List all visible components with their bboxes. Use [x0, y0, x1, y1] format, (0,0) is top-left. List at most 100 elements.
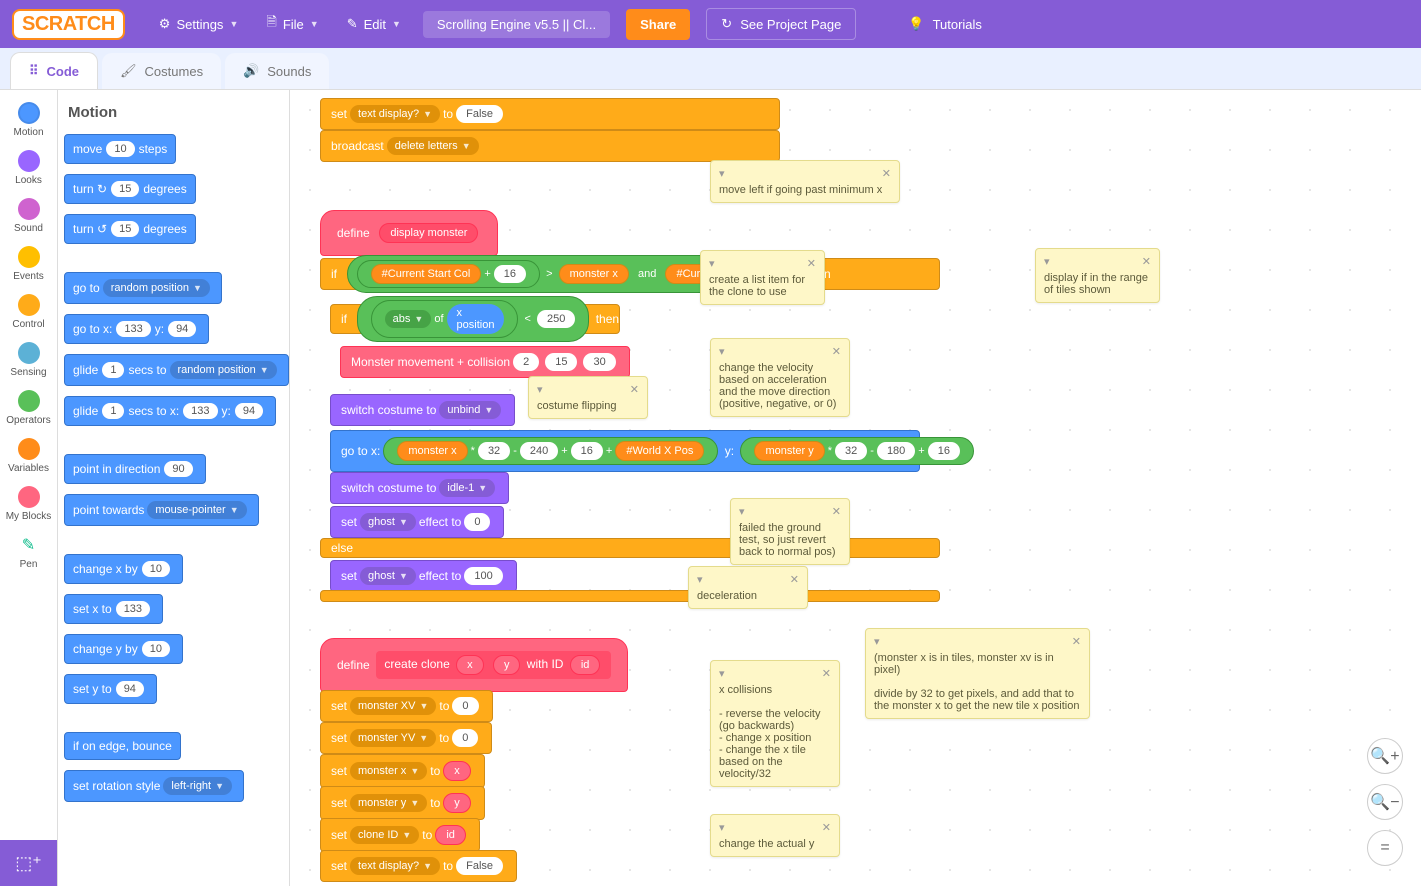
block-goto[interactable]: go torandom position ▼ — [64, 272, 222, 304]
see-project-page-button[interactable]: ↻ See Project Page — [706, 8, 856, 40]
tab-sounds[interactable]: 🔊 Sounds — [225, 53, 329, 89]
category-sensing[interactable]: Sensing — [0, 336, 57, 384]
block-set-monster-y[interactable]: setmonster y ▼toy — [320, 786, 485, 820]
block-goto-xy[interactable]: go to x:133y:94 — [64, 314, 209, 344]
category-variables[interactable]: Variables — [0, 432, 57, 480]
block-palette[interactable]: Motion move10steps turn ↻15degrees turn … — [58, 90, 290, 886]
collapse-icon[interactable]: ▾ — [1044, 255, 1050, 268]
collapse-icon[interactable]: ▾ — [719, 821, 725, 834]
block-set-monster-x[interactable]: setmonster x ▼tox — [320, 754, 485, 788]
extension-button[interactable]: ⬚⁺ — [0, 840, 57, 886]
editor-tabs: ⠿ Code 🖌 Costumes 🔊 Sounds — [0, 48, 1421, 90]
tab-costumes[interactable]: 🖌 Costumes — [102, 53, 221, 89]
collapse-icon[interactable]: ▾ — [709, 257, 715, 270]
block-bounce[interactable]: if on edge, bounce — [64, 732, 181, 760]
zoom-out-button[interactable]: 🔍− — [1367, 784, 1403, 820]
block-move-steps[interactable]: move10steps — [64, 134, 176, 164]
share-button[interactable]: Share — [626, 9, 690, 40]
pencil-icon: ✎ — [347, 16, 358, 32]
category-looks[interactable]: Looks — [0, 144, 57, 192]
block-set-x[interactable]: set x to133 — [64, 594, 163, 624]
block-change-x[interactable]: change x by10 — [64, 554, 183, 584]
zoom-in-button[interactable]: 🔍+ — [1367, 738, 1403, 774]
collapse-icon[interactable]: ▾ — [739, 505, 745, 518]
collapse-icon[interactable]: ▾ — [719, 167, 725, 180]
file-icon: 🗎 — [266, 13, 276, 35]
settings-label: Settings — [176, 17, 223, 32]
block-set-monster-yv[interactable]: setmonster YV ▼to0 — [320, 722, 492, 754]
block-set-y[interactable]: set y to94 — [64, 674, 157, 704]
edit-menu[interactable]: ✎ Edit ▼ — [333, 0, 415, 48]
block-if-end[interactable] — [320, 590, 940, 602]
block-turn-left[interactable]: turn ↺15degrees — [64, 214, 196, 244]
block-rotation-style[interactable]: set rotation styleleft-right ▼ — [64, 770, 244, 802]
block-set-clone-id[interactable]: setclone ID ▼toid — [320, 818, 480, 852]
block-if-range[interactable]: if #Current Start Col + 16 > monster x a… — [320, 258, 940, 290]
category-pen[interactable]: ✎Pen — [0, 528, 57, 576]
project-title-input[interactable]: Scrolling Engine v5.5 || Cl... — [423, 11, 610, 38]
close-icon[interactable]: ✕ — [822, 667, 831, 680]
block-turn-right[interactable]: turn ↻15degrees — [64, 174, 196, 204]
block-if-abs[interactable]: if abs ▼ of x position < 250 then — [330, 304, 620, 334]
sound-icon: 🔊 — [243, 63, 259, 79]
collapse-icon[interactable]: ▾ — [719, 667, 725, 680]
scratch-logo[interactable]: SCRATCH — [12, 9, 125, 40]
close-icon[interactable]: ✕ — [630, 383, 639, 396]
close-icon[interactable]: ✕ — [832, 345, 841, 358]
close-icon[interactable]: ✕ — [882, 167, 891, 180]
category-motion[interactable]: Motion — [0, 96, 57, 144]
gear-icon: ⚙ — [159, 16, 171, 32]
category-myblocks[interactable]: My Blocks — [0, 480, 57, 528]
block-glide-xy[interactable]: glide1secs to x:133y:94 — [64, 396, 276, 426]
block-change-y[interactable]: change y by10 — [64, 634, 183, 664]
close-icon[interactable]: ✕ — [1142, 255, 1151, 268]
block-set-variable[interactable]: set text display? ▼ to False — [320, 98, 780, 130]
comment-x-collisions[interactable]: ▾✕x collisions - reverse the velocity (g… — [710, 660, 840, 787]
settings-menu[interactable]: ⚙ Settings ▼ — [145, 0, 253, 48]
tutorials-button[interactable]: 💡 Tutorials — [894, 0, 996, 48]
close-icon[interactable]: ✕ — [790, 573, 799, 586]
block-define-create-clone[interactable]: define create clone x y with ID id — [320, 638, 628, 692]
minus-icon: 🔍− — [1370, 792, 1399, 812]
block-set-monster-xv[interactable]: setmonster XV ▼to0 — [320, 690, 493, 722]
category-control[interactable]: Control — [0, 288, 57, 336]
see-project-label: See Project Page — [740, 17, 841, 32]
tab-code[interactable]: ⠿ Code — [10, 52, 98, 89]
category-sound[interactable]: Sound — [0, 192, 57, 240]
comment-ground-fail[interactable]: ▾✕failed the ground test, so just revert… — [730, 498, 850, 565]
comment-deceleration[interactable]: ▾✕deceleration — [688, 566, 808, 609]
comment-costume-flip[interactable]: ▾✕costume flipping — [528, 376, 648, 419]
block-goto-xy-computed[interactable]: go to x: monster x * 32 - 240 + 16 + #Wo… — [330, 430, 920, 472]
block-glide-to[interactable]: glide1secs torandom position ▼ — [64, 354, 289, 386]
block-define-display-monster[interactable]: define display monster — [320, 210, 498, 256]
comment-change-y[interactable]: ▾✕change the actual y — [710, 814, 840, 857]
collapse-icon[interactable]: ▾ — [874, 635, 880, 648]
block-set-ghost-100[interactable]: set ghost ▼ effect to 100 — [330, 560, 517, 592]
block-switch-costume-idle[interactable]: switch costume to idle-1 ▼ — [330, 472, 509, 504]
palette-heading: Motion — [68, 104, 283, 121]
block-set-ghost-0[interactable]: set ghost ▼ effect to 0 — [330, 506, 504, 538]
collapse-icon[interactable]: ▾ — [719, 345, 725, 358]
scripts-workspace[interactable]: set text display? ▼ to False broadcast d… — [290, 90, 1421, 886]
block-set-text-display-2[interactable]: settext display? ▼toFalse — [320, 850, 517, 882]
comment-velocity[interactable]: ▾✕change the velocity based on accelerat… — [710, 338, 850, 417]
close-icon[interactable]: ✕ — [822, 821, 831, 834]
close-icon[interactable]: ✕ — [807, 257, 816, 270]
collapse-icon[interactable]: ▾ — [697, 573, 703, 586]
close-icon[interactable]: ✕ — [1072, 635, 1081, 648]
comment-tile-position[interactable]: ▾✕(monster x is in tiles, monster xv is … — [865, 628, 1090, 719]
category-events[interactable]: Events — [0, 240, 57, 288]
file-menu[interactable]: 🗎 File ▼ — [252, 0, 332, 48]
comment-list-item[interactable]: ▾✕create a list item for the clone to us… — [700, 250, 825, 305]
block-point-dir[interactable]: point in direction90 — [64, 454, 206, 484]
category-operators[interactable]: Operators — [0, 384, 57, 432]
block-point-towards[interactable]: point towardsmouse-pointer ▼ — [64, 494, 259, 526]
zoom-reset-button[interactable]: = — [1367, 830, 1403, 866]
block-monster-movement[interactable]: Monster movement + collision 2 15 30 — [340, 346, 630, 378]
close-icon[interactable]: ✕ — [832, 505, 841, 518]
comment-move-left[interactable]: ▾✕move left if going past minimum x — [710, 160, 900, 203]
comment-display-range[interactable]: ▾✕display if in the range of tiles shown — [1035, 248, 1160, 303]
collapse-icon[interactable]: ▾ — [537, 383, 543, 396]
block-broadcast[interactable]: broadcast delete letters ▼ — [320, 130, 780, 162]
block-switch-costume-unbind[interactable]: switch costume to unbind ▼ — [330, 394, 515, 426]
